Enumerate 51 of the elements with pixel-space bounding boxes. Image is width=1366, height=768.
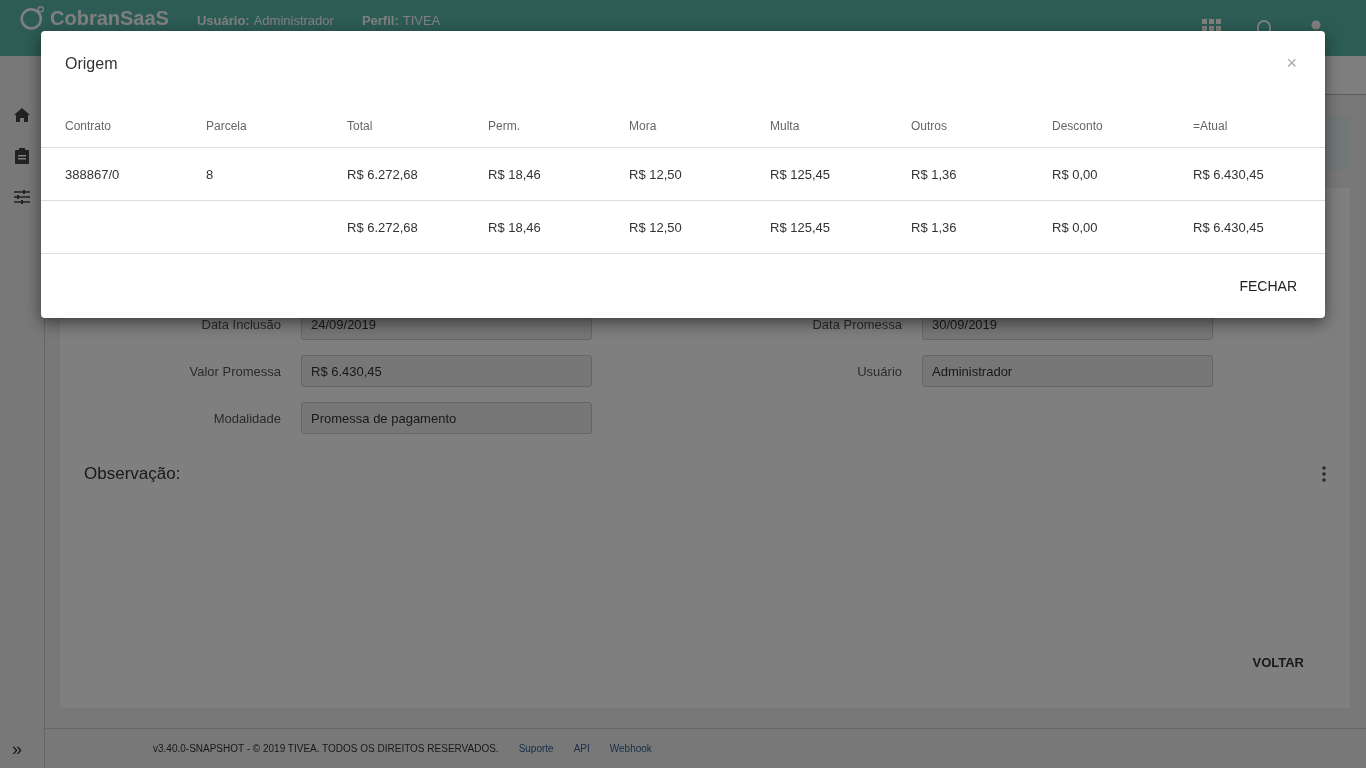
footer-link[interactable]: Webhook: [609, 743, 652, 754]
table-cell-text: R$ 12,50: [629, 166, 683, 182]
table-cell-text: R$ 125,45: [770, 219, 831, 235]
logo-icon: [20, 5, 46, 31]
copyright-text: v3.40.0-SNAPSHOT - © 2019 TIVEA. TODOS OS DIREITOS RESERVADOS.: [153, 743, 499, 754]
table-cell-text: 8: [206, 166, 215, 182]
table-cell-text: R$ 0,00: [1052, 219, 1099, 235]
logo-text: CobranSaaS: [50, 7, 169, 29]
table-cell-text: 388867/0: [65, 166, 121, 182]
sliders-icon[interactable]: [14, 190, 30, 204]
home-icon[interactable]: [14, 108, 30, 122]
column-header: Contrato: [65, 119, 113, 133]
footer-link[interactable]: API: [573, 743, 590, 754]
more-icon[interactable]: [1322, 466, 1326, 482]
section-title: Observação:: [84, 464, 181, 484]
clipboard-icon[interactable]: [15, 148, 29, 164]
column-header: Total: [347, 119, 374, 133]
profile-info: Perfil: TIVEA: [361, 13, 441, 28]
field-label: Modalidade: [212, 410, 281, 426]
table-cell-text: R$ 125,45: [770, 166, 831, 182]
back-button[interactable]: VOLTAR: [1230, 647, 1326, 678]
table-cell-text: R$ 6.430,45: [1193, 166, 1265, 182]
column-header: Parcela: [206, 119, 248, 133]
table-cell-text: R$ 12,50: [629, 219, 683, 235]
table-cell-text: R$ 6.272,68: [347, 166, 419, 182]
expand-button[interactable]: »: [12, 739, 22, 760]
close-button[interactable]: ×: [1282, 53, 1301, 74]
user-info: Usuário: Administrador: [196, 13, 334, 28]
column-header: =Atual: [1193, 119, 1229, 133]
field-label: Valor Promessa: [188, 363, 281, 379]
dialog-title: Origem: [65, 54, 118, 73]
field-label: Data Inclusão: [200, 316, 281, 332]
table-cell-text: R$ 1,36: [911, 219, 958, 235]
input-field[interactable]: Administrador: [922, 355, 1213, 387]
field-label: Data Promessa: [811, 316, 902, 332]
column-header: Mora: [629, 119, 658, 133]
column-header: Perm.: [488, 119, 521, 133]
table-cell-text: R$ 0,00: [1052, 166, 1099, 182]
table-cell-text: R$ 18,46: [488, 166, 542, 182]
column-header: Outros: [911, 119, 948, 133]
input-field[interactable]: R$ 6.430,45: [301, 355, 592, 387]
input-field[interactable]: Promessa de pagamento: [301, 402, 592, 434]
table-cell-text: R$ 1,36: [911, 166, 958, 182]
table-cell-text: R$ 6.430,45: [1193, 219, 1265, 235]
field-label: Usuário: [856, 363, 902, 379]
column-header: Desconto: [1052, 119, 1104, 133]
table-cell-text: R$ 6.272,68: [347, 219, 419, 235]
table-cell-text: R$ 18,46: [488, 219, 542, 235]
close-dialog-button[interactable]: FECHAR: [1231, 272, 1305, 300]
footer-link[interactable]: Suporte: [518, 743, 554, 754]
column-header: Multa: [770, 119, 801, 133]
